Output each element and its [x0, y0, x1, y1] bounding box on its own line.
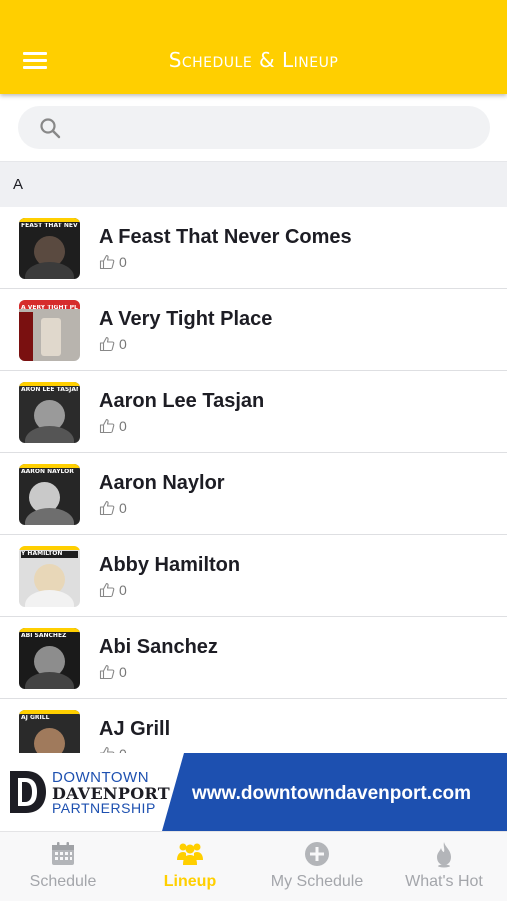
thumbs-up-icon	[99, 336, 115, 352]
artist-thumbnail: A VERY TIGHT PLACE	[19, 300, 80, 361]
artist-name: Aaron Lee Tasjan	[99, 390, 265, 412]
thumbs-up-icon	[99, 746, 115, 753]
search-bar	[0, 94, 507, 161]
app-header: Schedule & Lineup	[0, 0, 507, 94]
thumbs-up-icon	[99, 500, 115, 516]
artist-list[interactable]: FEAST THAT NEVER COMES A Feast That Neve…	[0, 207, 507, 753]
like-count: 0	[119, 664, 127, 680]
page-title: Schedule & Lineup	[168, 48, 339, 72]
search-input[interactable]	[74, 106, 478, 151]
artist-row[interactable]: AARON NAYLOR Aaron Naylor 0	[0, 453, 507, 535]
like-count: 0	[119, 336, 127, 352]
artist-name: Abby Hamilton	[99, 554, 241, 576]
artist-row[interactable]: ABI SANCHEZ Abi Sanchez 0	[0, 617, 507, 699]
nav-whats-hot[interactable]: What's Hot	[381, 832, 507, 901]
downtown-davenport-logo-icon	[10, 771, 46, 813]
artist-thumbnail: AARON NAYLOR	[19, 464, 80, 525]
nav-my-schedule[interactable]: My Schedule	[254, 832, 380, 901]
artist-row[interactable]: FEAST THAT NEVER COMES A Feast That Neve…	[0, 207, 507, 289]
banner-url[interactable]: www.downtowndavenport.com	[192, 783, 471, 805]
artist-thumbnail: Y HAMILTON	[19, 546, 80, 607]
artist-name: Aaron Naylor	[99, 472, 225, 494]
artist-row[interactable]: AJ GRILL AJ Grill 0	[0, 699, 507, 753]
plus-circle-icon	[305, 842, 329, 866]
thumbnail-caption: AARON NAYLOR	[21, 469, 74, 475]
nav-label: Schedule	[29, 873, 97, 890]
nav-schedule[interactable]: Schedule	[0, 832, 126, 901]
artist-thumbnail: AJ GRILL	[19, 710, 80, 753]
thumbs-up-icon	[99, 664, 115, 680]
like-count: 0	[119, 254, 127, 270]
nav-label: What's Hot	[405, 873, 483, 890]
artist-thumbnail: ABI SANCHEZ	[19, 628, 80, 689]
artist-thumbnail: FEAST THAT NEVER COMES	[19, 218, 80, 279]
thumbnail-caption: Y HAMILTON	[21, 551, 78, 558]
artist-row[interactable]: Y HAMILTON Abby Hamilton 0	[0, 535, 507, 617]
nav-label: Lineup	[163, 873, 217, 890]
bottom-nav: Schedule Lineup My Schedule What's Hot	[0, 831, 507, 901]
logo-text-partnership: PARTNERSHIP	[52, 800, 156, 816]
calendar-icon	[52, 842, 74, 865]
thumbnail-caption: ABI SANCHEZ	[21, 633, 67, 639]
like-count: 0	[119, 418, 127, 434]
flame-icon	[437, 842, 451, 868]
thumbnail-caption: FEAST THAT NEVER COMES	[21, 223, 78, 229]
thumbs-up-icon	[99, 418, 115, 434]
artist-name: A Feast That Never Comes	[99, 226, 352, 248]
thumbnail-caption: AJ GRILL	[21, 715, 50, 721]
artist-name: AJ Grill	[99, 718, 171, 740]
artist-row[interactable]: ARON LEE TASJAN Aaron Lee Tasjan 0	[0, 371, 507, 453]
thumbnail-caption: ARON LEE TASJAN	[21, 387, 78, 393]
nav-label: My Schedule	[270, 873, 364, 890]
search-icon	[40, 118, 61, 139]
artist-row[interactable]: A VERY TIGHT PLACE A Very Tight Place 0	[0, 289, 507, 371]
artist-name: A Very Tight Place	[99, 308, 273, 330]
like-count: 0	[119, 500, 127, 516]
artist-name: Abi Sanchez	[99, 636, 218, 658]
sponsor-banner[interactable]: DOWNTOWN DAVENPORT PARTNERSHIP www.downt…	[0, 753, 507, 831]
like-count: 0	[119, 582, 127, 598]
search-box[interactable]	[18, 106, 490, 151]
like-count: 0	[119, 746, 127, 753]
section-letter: A	[13, 176, 24, 193]
section-header: A	[0, 161, 507, 208]
people-icon	[177, 843, 203, 865]
artist-thumbnail: ARON LEE TASJAN	[19, 382, 80, 443]
thumbs-up-icon	[99, 582, 115, 598]
thumbs-up-icon	[99, 254, 115, 270]
thumbnail-caption: A VERY TIGHT PLACE	[21, 305, 78, 311]
nav-lineup[interactable]: Lineup	[127, 832, 253, 901]
